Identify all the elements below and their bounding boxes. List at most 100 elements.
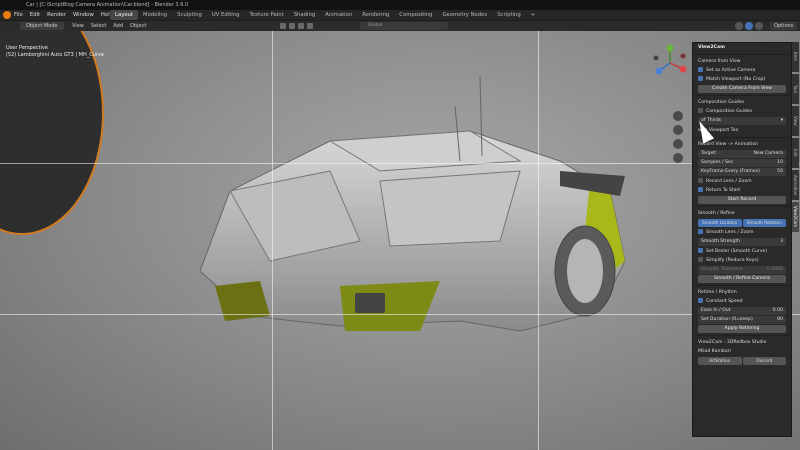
menu-view[interactable]: View	[72, 21, 84, 31]
thirds-guide-horizontal-top	[0, 163, 800, 164]
view2cam-panel: View2Cam Camera from View Set as Active …	[692, 42, 792, 437]
tab-tool[interactable]: Tool	[792, 74, 799, 104]
tab-modeling[interactable]: Modeling	[138, 10, 172, 20]
target-label: Target:	[701, 151, 717, 156]
tab-scripting[interactable]: Scripting	[492, 10, 526, 20]
material-shading-icon[interactable]	[755, 22, 763, 30]
create-camera-button[interactable]: Create Camera From View	[698, 85, 786, 93]
transform-orientation-dropdown[interactable]: Global	[360, 22, 448, 30]
duration-field[interactable]: Set Duration (0=keep) 90	[698, 316, 786, 324]
smooth-strength-label: Smooth Strength	[701, 239, 741, 244]
menu-file[interactable]: File	[14, 10, 23, 20]
smooth-toggle-pair: Smooth Location Smooth Rotation	[698, 219, 786, 227]
thirds-guide-vertical-left	[272, 31, 273, 450]
simplify-checkbox[interactable]: Simplify (Reduce Keys)	[693, 256, 791, 265]
duration-label: Set Duration (0=keep)	[701, 317, 753, 322]
set-bezier-checkbox[interactable]: Set Bezier (Smooth Curve)	[693, 247, 791, 256]
menu-render[interactable]: Render	[47, 10, 66, 20]
set-active-camera-checkbox[interactable]: Set as Active Camera	[693, 66, 791, 75]
add-workspace-button[interactable]: +	[526, 10, 540, 20]
samples-field[interactable]: Samples / Sec 10	[698, 159, 786, 167]
return-start-checkbox[interactable]: Return To Start	[693, 186, 791, 195]
menu-add[interactable]: Add	[113, 21, 123, 31]
keyframe-every-field[interactable]: KeyFrame Every (Frames) 50	[698, 168, 786, 176]
footer-author: Milad Kambari	[698, 349, 731, 354]
constant-speed-checkbox[interactable]: Constant Speed	[693, 297, 791, 306]
tab-animation-side[interactable]: Animation	[792, 170, 799, 200]
3d-viewport[interactable]: User Perspective (52) Lamborghini Auto G…	[0, 31, 800, 450]
tab-animation[interactable]: Animation	[320, 10, 357, 20]
camera-view-icon[interactable]	[673, 139, 683, 149]
tab-sculpting[interactable]: Sculpting	[172, 10, 207, 20]
guide-type-dropdown[interactable]: of Thirds ▾	[698, 117, 786, 125]
top-menubar: File Edit Render Window Help Layout Mode…	[0, 10, 800, 20]
menu-object[interactable]: Object	[130, 21, 146, 31]
simplify-tolerance-value: 0.0000	[766, 267, 783, 272]
wireframe-shading-icon[interactable]	[735, 22, 743, 30]
record-lens-checkbox[interactable]: Record Lens / Zoom	[693, 177, 791, 186]
object-mode-dropdown[interactable]: Object Mode	[20, 22, 64, 30]
guides-label: Composition Guides	[706, 109, 753, 114]
keyframe-label: KeyFrame Every (Frames)	[701, 169, 760, 174]
window-titlebar: Car | [C:\ScriptBlog Camera Animation\Ca…	[0, 0, 800, 10]
active-object-label: (52) Lamborghini Auto GT3 | MH_Curve	[6, 52, 104, 58]
smooth-location-toggle[interactable]: Smooth Location	[698, 219, 742, 227]
tab-uv-editing[interactable]: UV Editing	[207, 10, 245, 20]
simplify-label: Simplify (Reduce Keys)	[706, 258, 759, 263]
ease-field[interactable]: Ease In / Out 0.00	[698, 307, 786, 315]
tab-compositing[interactable]: Compositing	[394, 10, 437, 20]
viewport-menu: View Select Add Object	[72, 21, 146, 31]
smooth-lens-label: Smooth Lens / Zoom	[706, 230, 754, 235]
smooth-strength-value: 3	[780, 239, 783, 244]
tab-view2cam[interactable]: View2Cam	[792, 202, 799, 232]
smooth-refine-button[interactable]: Smooth / Refine Camera	[698, 275, 786, 283]
visibility-icon[interactable]	[280, 23, 286, 29]
match-viewport-label: Match Viewport (No Crop)	[706, 77, 766, 82]
sidebar-tabs: Item Tool View Edit Animation View2Cam	[792, 42, 800, 234]
composition-guides-checkbox[interactable]: Composition Guides	[693, 107, 791, 116]
tab-texture-paint[interactable]: Texture Paint	[245, 10, 289, 20]
options-dropdown[interactable]: Options	[770, 22, 798, 30]
menu-window[interactable]: Window	[73, 10, 94, 20]
tab-edit[interactable]: Edit	[792, 138, 799, 168]
retime-header[interactable]: Retime / Rhythm	[693, 288, 791, 297]
overlay-icon[interactable]	[298, 23, 304, 29]
tab-layout[interactable]: Layout	[110, 10, 139, 20]
target-dropdown[interactable]: Target: New Camera	[698, 150, 786, 158]
blender-logo-icon[interactable]	[3, 11, 11, 19]
xray-icon[interactable]	[307, 23, 313, 29]
smooth-rotation-toggle[interactable]: Smooth Rotation	[742, 219, 786, 227]
apply-retiming-button[interactable]: Apply Retiming	[698, 325, 786, 333]
tab-geometry-nodes[interactable]: Geometry Nodes	[438, 10, 493, 20]
start-record-button[interactable]: Start Record	[698, 196, 786, 204]
smooth-lens-checkbox[interactable]: Smooth Lens / Zoom	[693, 228, 791, 237]
menu-select[interactable]: Select	[91, 21, 106, 31]
artstation-link[interactable]: ArtStation	[698, 357, 742, 365]
smooth-strength-field[interactable]: Smooth Strength 3	[698, 238, 786, 246]
view-perspective-label: User Perspective	[6, 45, 48, 51]
camera-from-view-header[interactable]: Camera from View	[693, 57, 791, 66]
target-value: New Camera	[753, 151, 783, 156]
smooth-refine-header[interactable]: Smooth / Refine	[693, 209, 791, 218]
tab-item[interactable]: Item	[792, 42, 799, 72]
navigation-gizmo[interactable]	[650, 43, 690, 83]
menu-edit[interactable]: Edit	[30, 10, 40, 20]
tab-view[interactable]: View	[792, 106, 799, 136]
zoom-icon[interactable]	[673, 111, 683, 121]
match-viewport-checkbox[interactable]: Match Viewport (No Crop)	[693, 75, 791, 84]
car-model	[199, 75, 626, 332]
composition-guides-header[interactable]: Composition Guides	[693, 98, 791, 107]
discord-link[interactable]: Discord	[742, 357, 786, 365]
gizmo-icon[interactable]	[289, 23, 295, 29]
links-pair: ArtStation Discord	[698, 357, 786, 365]
viewport-info: User Perspective (52) Lamborghini Auto G…	[6, 45, 104, 59]
set-bezier-label: Set Bezier (Smooth Curve)	[706, 249, 768, 254]
chevron-down-icon: ▾	[780, 118, 783, 123]
perspective-toggle-icon[interactable]	[673, 153, 683, 163]
pan-icon[interactable]	[673, 125, 683, 135]
tab-shading[interactable]: Shading	[289, 10, 321, 20]
simplify-tolerance-label: Simplify Tolerance	[701, 267, 743, 272]
solid-shading-icon[interactable]	[745, 22, 753, 30]
tab-rendering[interactable]: Rendering	[357, 10, 394, 20]
simplify-tolerance-field[interactable]: Simplify Tolerance 0.0000	[698, 266, 786, 274]
